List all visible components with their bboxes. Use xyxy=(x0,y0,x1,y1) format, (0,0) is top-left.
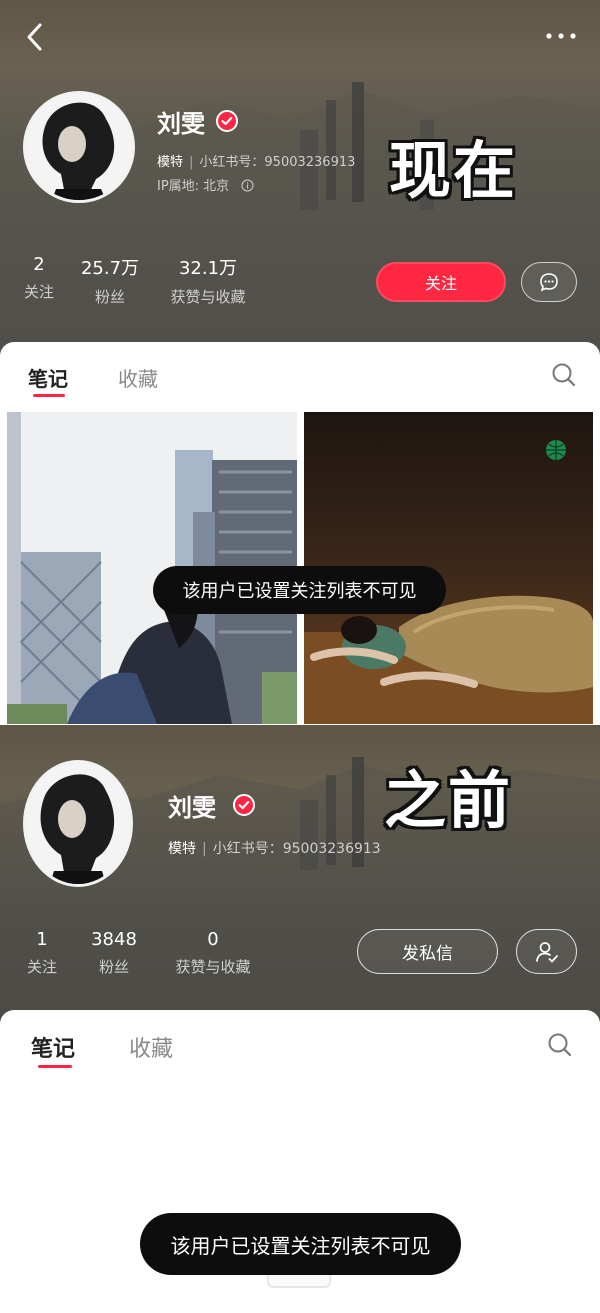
tab-collections[interactable]: 收藏 xyxy=(129,1031,173,1063)
stat-value: 2 xyxy=(33,254,45,275)
toast-following-hidden-current: 该用户已设置关注列表不可见 xyxy=(153,566,446,614)
search-icon[interactable] xyxy=(547,1032,573,1058)
stat-likes-collections[interactable]: 32.1万 获赞与收藏 xyxy=(160,254,256,307)
info-icon[interactable] xyxy=(241,179,254,192)
following-status-button[interactable] xyxy=(516,929,577,974)
stat-label: 粉丝 xyxy=(98,958,129,976)
toast-following-hidden-previous: 该用户已设置关注列表不可见 xyxy=(140,1213,461,1275)
user-check-icon xyxy=(535,941,558,962)
stat-followers[interactable]: 25.7万 粉丝 xyxy=(76,254,144,307)
chat-bubble-icon xyxy=(540,273,558,292)
tab-active-indicator xyxy=(33,394,65,397)
stat-following[interactable]: 2 关注 xyxy=(20,254,58,302)
profile-id: 小红书号：95003236913 xyxy=(212,841,381,857)
profile-meta-line: 模特 | 小红书号：95003236913 xyxy=(157,155,356,170)
verified-icon xyxy=(233,794,255,816)
avatar[interactable] xyxy=(23,760,133,887)
tab-active-indicator xyxy=(38,1065,72,1068)
search-icon[interactable] xyxy=(551,362,577,388)
stat-value: 1 xyxy=(36,929,48,950)
profile-role: 模特 xyxy=(157,155,184,170)
profile-name: 刘雯 xyxy=(168,794,216,822)
more-dots-icon[interactable] xyxy=(543,24,579,48)
back-arrow-icon[interactable] xyxy=(20,20,50,54)
profile-name: 刘雯 xyxy=(157,110,205,138)
profile-header-current: 刘雯 模特 | 小红书号：95003236913 IP属地: 北京 现在 2 关注 … xyxy=(0,0,600,360)
tab-notes[interactable]: 笔记 xyxy=(31,1031,75,1063)
globe-icon xyxy=(546,440,566,460)
avatar[interactable] xyxy=(23,91,135,203)
direct-message-button[interactable]: 发私信 xyxy=(357,929,498,974)
stat-following[interactable]: 1 关注 xyxy=(22,929,62,977)
follow-button[interactable]: 关注 xyxy=(376,262,506,302)
verified-icon xyxy=(216,110,238,132)
profile-role: 模特 xyxy=(168,841,196,857)
stat-likes-collections[interactable]: 0 获赞与收藏 xyxy=(163,929,263,977)
tab-collections[interactable]: 收藏 xyxy=(118,363,158,392)
ip-location: IP属地: 北京 xyxy=(157,179,230,194)
stat-label: 关注 xyxy=(26,958,57,976)
stat-value: 0 xyxy=(207,929,219,950)
comparison-caption-before: 之前 xyxy=(384,764,513,837)
stat-label: 粉丝 xyxy=(94,288,125,306)
stat-value: 3848 xyxy=(91,929,137,950)
stat-value: 32.1万 xyxy=(178,258,238,279)
stat-value: 25.7万 xyxy=(80,258,140,279)
message-button[interactable] xyxy=(521,262,577,302)
stat-label: 关注 xyxy=(23,283,54,301)
tab-notes[interactable]: 笔记 xyxy=(28,363,68,392)
stat-label: 获赞与收藏 xyxy=(170,288,246,306)
stat-followers[interactable]: 3848 粉丝 xyxy=(80,929,148,977)
comparison-caption-now: 现在 xyxy=(389,134,518,207)
ip-location-line: IP属地: 北京 xyxy=(157,175,254,194)
stat-label: 获赞与收藏 xyxy=(175,958,251,976)
profile-header-previous: 刘雯 模特 | 小红书号：95003236913 之前 1 关注 3848 粉丝 0… xyxy=(0,725,600,1025)
profile-meta-line: 模特 | 小红书号：95003236913 xyxy=(168,841,381,857)
profile-id: 小红书号：95003236913 xyxy=(199,155,356,170)
